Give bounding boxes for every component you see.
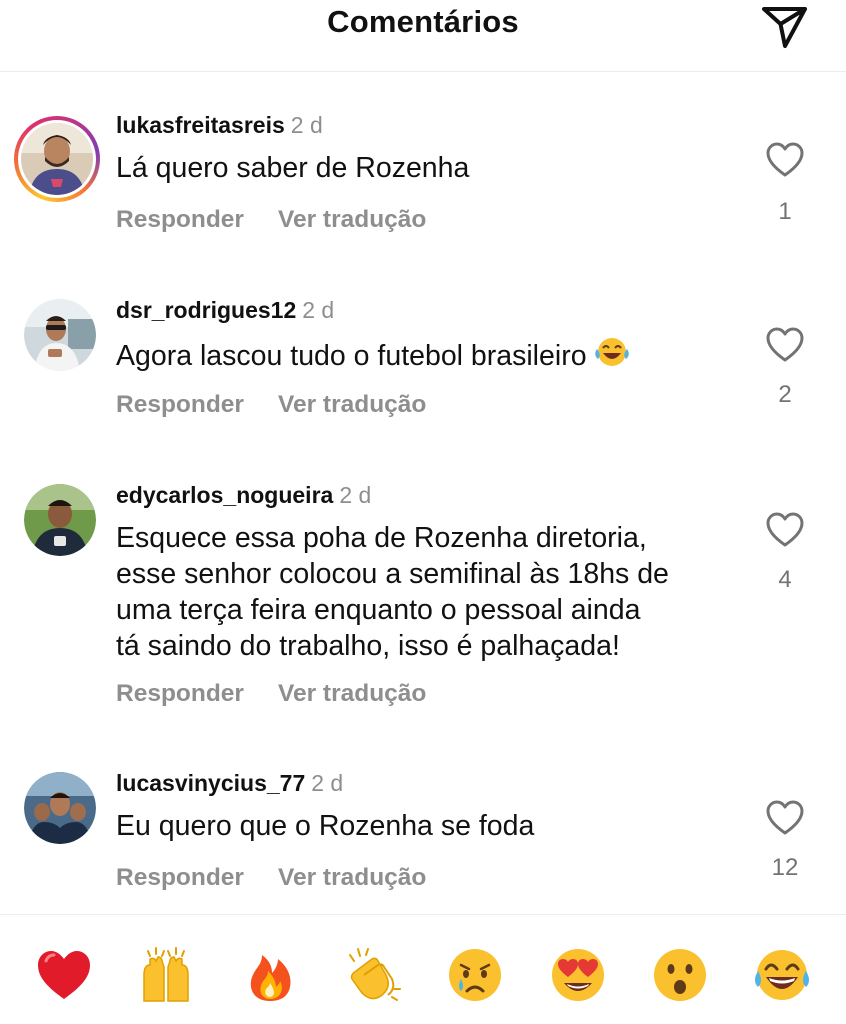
reply-button[interactable]: Responder (116, 864, 244, 891)
avatar (24, 299, 96, 371)
clapping-hands-icon[interactable] (342, 945, 402, 1005)
avatar-container[interactable] (14, 772, 100, 858)
username-line: edycarlos_nogueira 2 d (116, 482, 371, 509)
crying-face-icon[interactable] (445, 945, 505, 1005)
comment-actions: Responder Ver tradução (116, 680, 426, 708)
face-with-tears-of-joy-icon[interactable] (752, 945, 812, 1005)
comment-text: Agora lascou tudo o futebol brasileiro (116, 335, 736, 374)
reactions-divider (0, 914, 846, 915)
comment-text-content: Agora lascou tudo o futebol brasileiro (116, 340, 587, 372)
comment-text-line: tá saindo do trabalho, isso é palhaçada! (116, 630, 620, 662)
heart-eyes-face-icon[interactable] (548, 945, 608, 1005)
share-icon[interactable] (758, 2, 810, 50)
avatar-container[interactable] (14, 299, 100, 385)
username-line: lucasvinycius_77 2 d (116, 770, 343, 797)
avatar (24, 772, 96, 844)
page-title: Comentários (327, 4, 519, 39)
like-count: 12 (771, 854, 799, 881)
avatar-story-ring[interactable] (14, 116, 100, 202)
comment-text: Eu quero que o Rozenha se foda (116, 810, 535, 842)
translate-button[interactable]: Ver tradução (278, 680, 426, 707)
comment-text: Lá quero saber de Rozenha (116, 152, 470, 184)
heart-outline-icon[interactable] (766, 512, 804, 548)
comment-actions: Responder Ver tradução (116, 864, 426, 892)
fire-icon[interactable] (240, 945, 300, 1005)
comment-username[interactable]: lucasvinycius_77 (116, 770, 305, 796)
avatar-photo (24, 772, 96, 844)
heart-outline-icon[interactable] (766, 800, 804, 836)
comment-time: 2 d (302, 297, 335, 323)
red-heart-icon[interactable] (34, 945, 94, 1005)
like-count: 1 (778, 198, 792, 225)
username-line: lukasfreitasreis 2 d (116, 112, 323, 139)
surprised-face-icon[interactable] (650, 945, 710, 1005)
heart-outline-icon[interactable] (766, 142, 804, 178)
comment-username[interactable]: edycarlos_nogueira (116, 482, 333, 508)
comment-username[interactable]: lukasfreitasreis (116, 112, 285, 138)
comment-time: 2 d (290, 112, 323, 138)
translate-button[interactable]: Ver tradução (278, 391, 426, 418)
avatar-container[interactable] (14, 484, 100, 570)
like-count: 2 (778, 381, 792, 408)
translate-button[interactable]: Ver tradução (278, 206, 426, 233)
avatar-photo (24, 484, 96, 556)
avatar-photo (21, 123, 93, 195)
like-count: 4 (778, 566, 792, 593)
comment-text-line: uma terça feira enquanto o pessoal ainda (116, 594, 641, 626)
comments-header: Comentários (0, 0, 846, 72)
reply-button[interactable]: Responder (116, 391, 244, 418)
face-with-tears-of-joy-icon (595, 338, 630, 366)
comment-actions: Responder Ver tradução (116, 391, 426, 419)
heart-outline-icon[interactable] (766, 327, 804, 363)
reply-button[interactable]: Responder (116, 680, 244, 707)
avatar-photo (24, 299, 96, 371)
quick-reactions-bar (0, 945, 846, 1011)
username-line: dsr_rodrigues12 2 d (116, 297, 334, 324)
comment-username[interactable]: dsr_rodrigues12 (116, 297, 296, 323)
comment-time: 2 d (311, 770, 344, 796)
comment-text-line: Esquece essa poha de Rozenha diretoria, (116, 522, 647, 554)
avatar (24, 484, 96, 556)
reply-button[interactable]: Responder (116, 206, 244, 233)
comment-time: 2 d (339, 482, 372, 508)
raising-hands-icon[interactable] (136, 945, 196, 1005)
comment-text-line: esse senhor colocou a semifinal às 18hs … (116, 558, 669, 590)
avatar (18, 120, 96, 198)
comment-actions: Responder Ver tradução (116, 206, 426, 234)
translate-button[interactable]: Ver tradução (278, 864, 426, 891)
comment-text: Esquece essa poha de Rozenha diretoria, … (116, 520, 736, 664)
